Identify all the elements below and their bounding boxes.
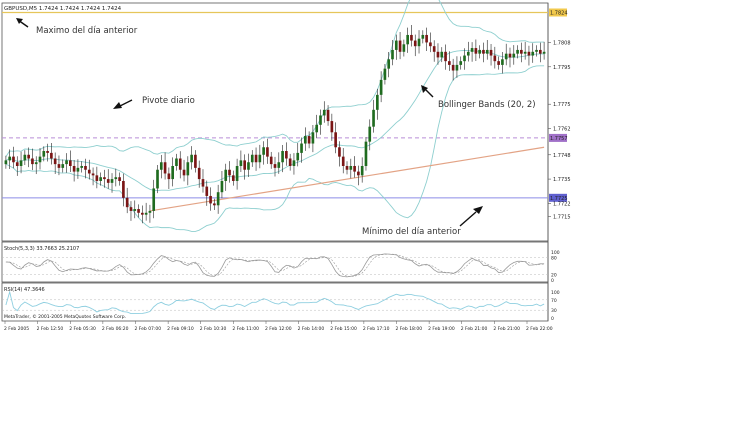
annotation-prev-low-label: Mínimo del día anterior bbox=[362, 227, 461, 237]
rsi-tick-label: 100 bbox=[551, 290, 560, 296]
time-tick-label: 2 Feb 14:00 bbox=[298, 326, 325, 332]
stochastic-header: Stoch(5,3,3) 33.7663 25.2107 bbox=[4, 246, 79, 252]
rsi-tick-label: 70 bbox=[551, 298, 557, 304]
price-tick-label: 1.7762 bbox=[553, 127, 571, 133]
time-tick-label: 2 Feb 07:00 bbox=[135, 326, 162, 332]
time-tick-label: 2 Feb 12:00 bbox=[265, 326, 292, 332]
chart-window: 1.7824 1.7757 1.7725 1.78081.77951.77751… bbox=[0, 0, 733, 437]
stochastic-panel bbox=[1, 241, 549, 283]
annotation-pivot-label: Pivote diario bbox=[142, 96, 195, 106]
time-tick-label: 2 Feb 22:00 bbox=[526, 326, 553, 332]
time-tick-label: 2 Feb 06:20 bbox=[102, 326, 129, 332]
time-tick-label: 2 Feb 12:50 bbox=[37, 326, 64, 332]
time-tick-label: 2 Feb 15:00 bbox=[330, 326, 357, 332]
candle bbox=[364, 136, 368, 171]
time-tick-label: 2 Feb 18:00 bbox=[396, 326, 423, 332]
price-tick-label: 1.7808 bbox=[553, 40, 571, 46]
price-tick-label: 1.7775 bbox=[553, 102, 571, 108]
time-tick-label: 2 Feb 2005 bbox=[4, 326, 29, 332]
stochastic-tick-label: 20 bbox=[551, 272, 557, 278]
time-tick-label: 2 Feb 19:00 bbox=[428, 326, 455, 332]
time-tick-label: 2 Feb 21:00 bbox=[461, 326, 488, 332]
stochastic-tick-label: 100 bbox=[551, 250, 560, 256]
price-panel bbox=[1, 2, 549, 242]
price-tick-label: 1.7748 bbox=[553, 153, 571, 159]
price-tick-label: 1.7722 bbox=[553, 201, 571, 207]
time-tick-label: 2 Feb 21:00 bbox=[493, 326, 520, 332]
copyright-text: MetaTrader, © 2001-2005 MetaQuotes Softw… bbox=[4, 313, 126, 320]
rsi-tick-label: 0 bbox=[551, 316, 554, 322]
price-tick-label: 1.7735 bbox=[553, 177, 571, 183]
time-tick-label: 2 Feb 11:00 bbox=[232, 326, 259, 332]
price-tick-label: 1.7715 bbox=[553, 215, 571, 221]
stochastic-tick-label: 80 bbox=[551, 256, 557, 262]
time-tick-label: 2 Feb 05:30 bbox=[69, 326, 96, 332]
price-tick-label: 1.7795 bbox=[553, 65, 571, 71]
annotation-prev-high-label: Maximo del día anterior bbox=[36, 26, 138, 36]
time-tick-label: 2 Feb 09:10 bbox=[167, 326, 194, 332]
time-tick-label: 2 Feb 17:10 bbox=[363, 326, 390, 332]
stochastic-tick-label: 0 bbox=[551, 278, 554, 284]
symbol-header: GBPUSD,M5 1.7424 1.7424 1.7424 1.7424 bbox=[4, 6, 122, 12]
annotation-bollinger-label: Bollinger Bands (20, 2) bbox=[438, 100, 536, 110]
rsi-tick-label: 30 bbox=[551, 308, 557, 314]
price-tag-prev-high-label: 1.7824 bbox=[550, 10, 568, 16]
price-tag-pivot-label: 1.7757 bbox=[550, 136, 568, 142]
time-tick-label: 2 Feb 10:30 bbox=[200, 326, 227, 332]
